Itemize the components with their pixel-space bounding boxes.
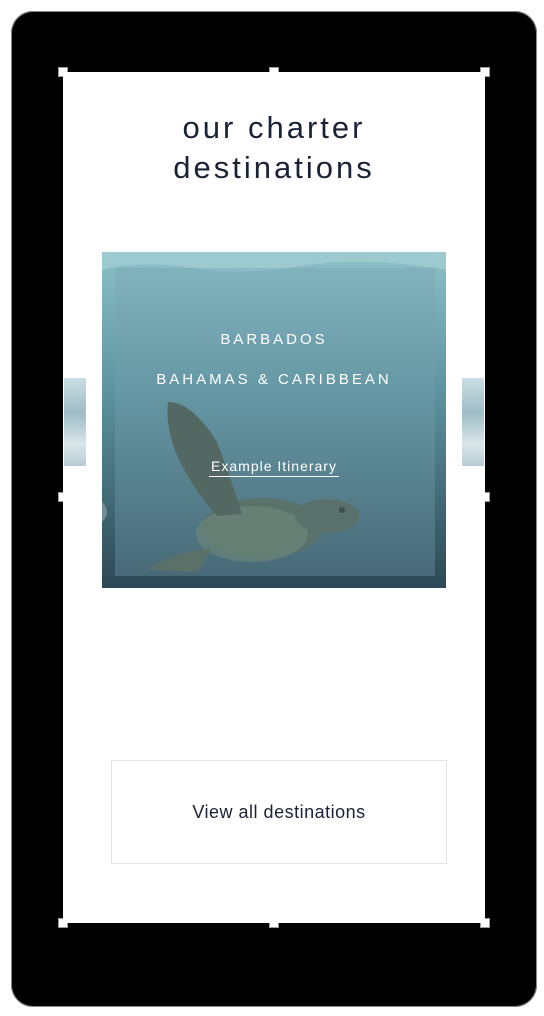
carousel-next-card[interactable] <box>462 378 484 466</box>
example-itinerary-link[interactable]: Example Itinerary <box>209 458 339 477</box>
view-all-destinations-button[interactable]: View all destinations <box>111 760 447 864</box>
card-overlay <box>115 268 435 576</box>
destination-name-barbados: BARBADOS <box>220 331 328 348</box>
destination-name-bahamas: BAHAMAS & CARIBBEAN <box>156 371 392 388</box>
example-itinerary-link-wrap: Example Itinerary <box>102 458 446 477</box>
destination-card[interactable]: BARBADOS BAHAMAS & CARIBBEAN Example Iti… <box>102 252 446 588</box>
page-title-line-2: destinations <box>173 150 375 185</box>
phone-screen: our charter destinations BARBADOS BAHAMA… <box>63 72 485 923</box>
page-title-line-1: our charter <box>182 110 366 145</box>
page-title: our charter destinations <box>63 108 485 188</box>
carousel-prev-card[interactable] <box>64 378 86 466</box>
